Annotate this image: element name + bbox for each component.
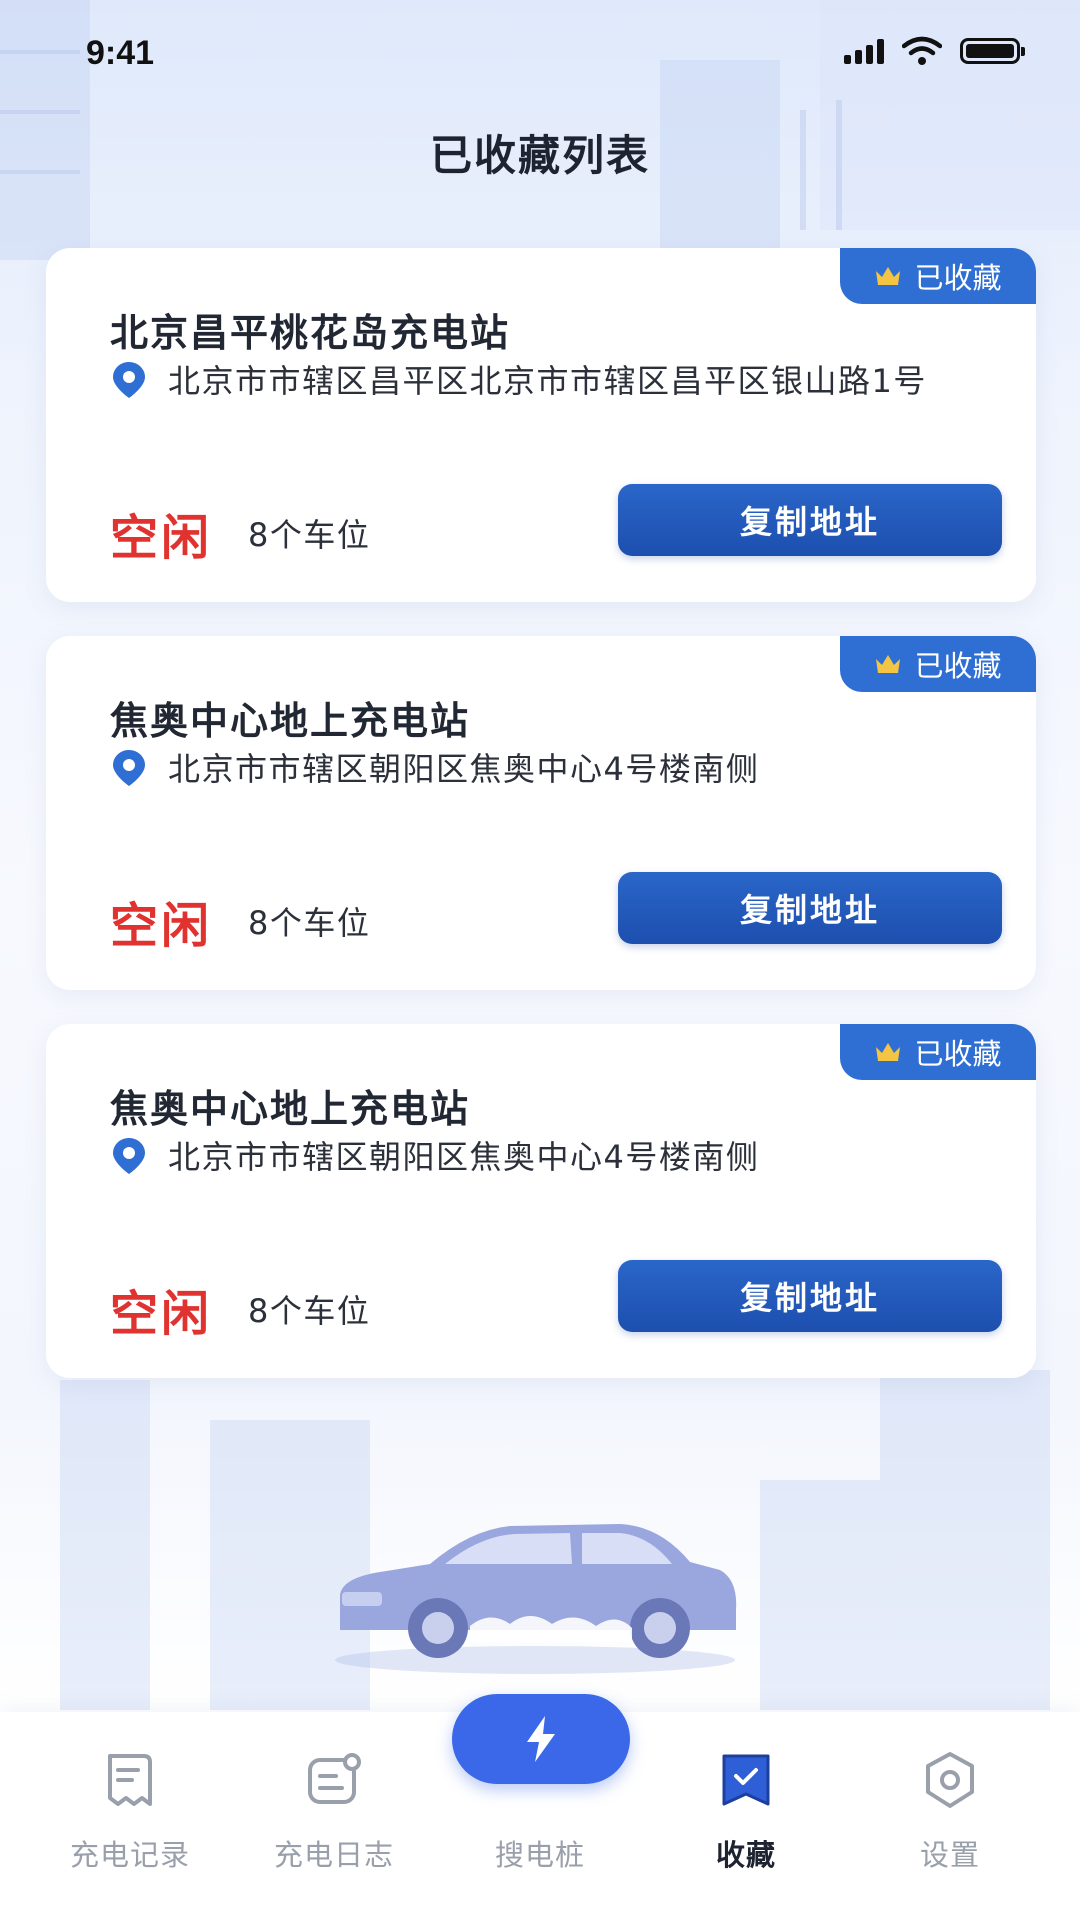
station-address: 北京市市辖区朝阳区焦奥中心4号楼南侧 <box>110 746 950 792</box>
nav-item-settings[interactable]: 设置 <box>850 1712 1050 1920</box>
copy-address-button[interactable]: 复制地址 <box>618 1260 1002 1332</box>
nav-item-favorites[interactable]: 收藏 <box>646 1712 846 1920</box>
station-address-text: 北京市市辖区朝阳区焦奥中心4号楼南侧 <box>168 1138 760 1176</box>
background-building <box>60 1380 150 1710</box>
station-address: 北京市市辖区朝阳区焦奥中心4号楼南侧 <box>110 1134 950 1180</box>
location-pin-icon <box>113 1138 145 1174</box>
background-building <box>760 1480 880 1710</box>
battery-icon <box>960 38 1025 64</box>
search-charger-button[interactable] <box>452 1694 630 1784</box>
background-line <box>0 110 80 114</box>
location-pin-icon <box>113 750 145 786</box>
crown-icon <box>876 267 901 285</box>
copy-address-button[interactable]: 复制地址 <box>618 872 1002 944</box>
bookmark-icon <box>722 1754 770 1806</box>
station-name: 焦奥中心地上充电站 <box>110 699 471 743</box>
favorited-badge-label: 已收藏 <box>914 261 1002 295</box>
car-illustration <box>335 1524 737 1674</box>
crown-icon <box>876 655 901 673</box>
wifi-icon <box>902 36 942 65</box>
background-building <box>880 1370 1050 1710</box>
favorited-badge[interactable]: 已收藏 <box>840 1024 1036 1080</box>
station-address-text: 北京市市辖区朝阳区焦奥中心4号楼南侧 <box>168 750 760 788</box>
station-name: 北京昌平桃花岛充电站 <box>110 311 511 355</box>
nav-label: 设置 <box>919 1838 980 1872</box>
nav-label: 收藏 <box>715 1838 776 1872</box>
receipt-icon <box>108 1754 152 1806</box>
status-icons <box>844 36 1025 66</box>
page-title: 已收藏列表 <box>429 131 650 180</box>
copy-address-button[interactable]: 复制地址 <box>618 484 1002 556</box>
favorited-badge-label: 已收藏 <box>914 1037 1002 1071</box>
settings-icon <box>926 1752 974 1808</box>
status-time: 9:41 <box>86 34 155 72</box>
bottom-navigation: 充电记录 充电日志 搜电桩 收藏 设置 <box>0 1694 1080 1920</box>
cellular-signal-icon <box>844 38 884 64</box>
station-spots: 8个车位 <box>248 516 371 554</box>
station-address: 北京市市辖区昌平区北京市市辖区昌平区银山路1号 <box>110 358 950 404</box>
station-status: 空闲 <box>110 1286 213 1342</box>
nav-label-search-charger[interactable]: 搜电桩 <box>440 1832 640 1874</box>
lightning-icon <box>527 1716 555 1762</box>
favorited-badge[interactable]: 已收藏 <box>840 248 1036 304</box>
nav-item-charge-log[interactable]: 充电日志 <box>234 1712 434 1920</box>
favorited-badge[interactable]: 已收藏 <box>840 636 1036 692</box>
station-spots: 8个车位 <box>248 904 371 942</box>
station-card[interactable]: 已收藏 焦奥中心地上充电站 北京市市辖区朝阳区焦奥中心4号楼南侧 空闲 8个车位… <box>46 636 1036 990</box>
station-status: 空闲 <box>110 898 213 954</box>
station-address-text: 北京市市辖区昌平区北京市市辖区昌平区银山路1号 <box>168 362 927 400</box>
crown-icon <box>876 1043 901 1061</box>
station-name: 焦奥中心地上充电站 <box>110 1087 471 1131</box>
nav-label: 充电记录 <box>69 1838 190 1872</box>
status-bar: 9:41 <box>0 0 1080 110</box>
nav-label: 充电日志 <box>273 1838 394 1872</box>
station-spots: 8个车位 <box>248 1292 371 1330</box>
station-card[interactable]: 已收藏 北京昌平桃花岛充电站 北京市市辖区昌平区北京市市辖区昌平区银山路1号 空… <box>46 248 1036 602</box>
log-icon <box>308 1753 361 1804</box>
location-pin-icon <box>113 362 145 398</box>
nav-item-charge-records[interactable]: 充电记录 <box>30 1712 230 1920</box>
favorited-badge-label: 已收藏 <box>914 649 1002 683</box>
station-status: 空闲 <box>110 510 213 566</box>
station-card[interactable]: 已收藏 焦奥中心地上充电站 北京市市辖区朝阳区焦奥中心4号楼南侧 空闲 8个车位… <box>46 1024 1036 1378</box>
